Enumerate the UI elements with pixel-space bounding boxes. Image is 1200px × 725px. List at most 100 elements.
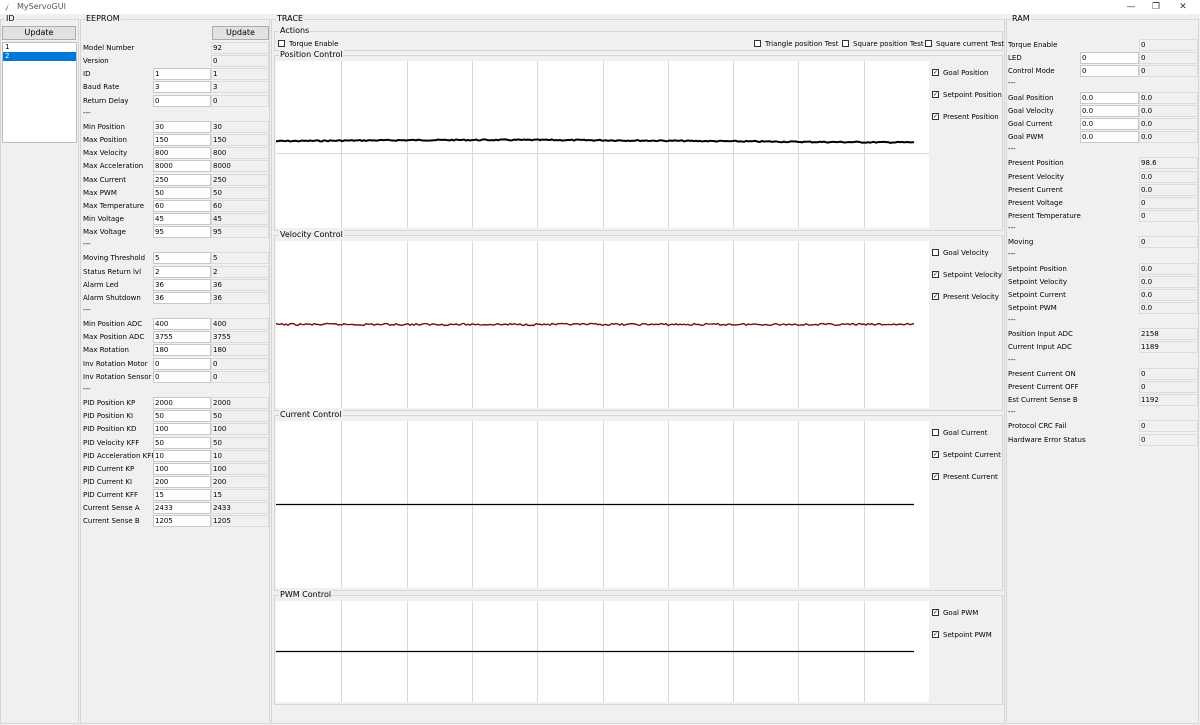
- eeprom-value-max-rotation: 180: [211, 344, 269, 357]
- eeprom-entry-min-voltage[interactable]: 45: [153, 212, 211, 225]
- eeprom-row-id: ID 1 1: [83, 68, 270, 81]
- checkbox-box[interactable]: ✓: [932, 450, 939, 458]
- setpoint-position-checkbox[interactable]: ✓ Setpoint Position: [932, 89, 1002, 101]
- ram-entry-goal-velocity[interactable]: 0.0: [1080, 104, 1139, 117]
- eeprom-panel-label: EEPROM: [85, 14, 121, 24]
- eeprom-entry-max-velocity[interactable]: 800: [153, 147, 211, 160]
- eeprom-entry-inv-rotation-sensor[interactable]: 0: [153, 370, 211, 383]
- present-position-checkbox[interactable]: ✓ Present Position: [932, 111, 999, 123]
- ram-entry-goal-current[interactable]: 0.0: [1080, 117, 1139, 130]
- ram-row-current-input-adc: Current Input ADC 1189: [1008, 341, 1198, 354]
- eeprom-entry-pid-position-ki[interactable]: 50: [153, 410, 211, 423]
- checkbox-box[interactable]: ✓: [932, 292, 939, 300]
- eeprom-entry-current-sense-a[interactable]: 2433: [153, 502, 211, 515]
- goal-current-checkbox[interactable]: Goal Current: [932, 427, 987, 439]
- ram-entry-goal-position[interactable]: 0.0: [1080, 91, 1139, 104]
- checkbox-box[interactable]: ✓: [932, 630, 939, 638]
- eeprom-entry-min-position[interactable]: 30: [153, 120, 211, 133]
- action-torque-enable-checkbox[interactable]: Torque Enable: [278, 38, 338, 50]
- eeprom-value-model-number: 92: [211, 42, 269, 54]
- checkbox-box[interactable]: [925, 39, 932, 47]
- eeprom-row-min-voltage: Min Voltage 45 45: [83, 212, 270, 226]
- ram-row-goal-pwm: Goal PWM 0.0 0.0: [1008, 131, 1198, 144]
- setpoint-velocity-checkbox[interactable]: ✓ Setpoint Velocity: [932, 269, 1002, 281]
- position-control-trace-line: [276, 138, 915, 144]
- checkbox-box[interactable]: ✓: [932, 472, 939, 480]
- eeprom-entry-max-position-adc[interactable]: 3755: [153, 331, 211, 344]
- eeprom-entry-pid-velocity-kff[interactable]: 50: [153, 436, 211, 449]
- checkbox-box[interactable]: ✓: [932, 608, 939, 616]
- eeprom-entry-pid-current-ki[interactable]: 200: [153, 475, 211, 488]
- checkbox-label: Setpoint PWM: [943, 631, 992, 639]
- id-list-item[interactable]: 2: [3, 52, 76, 61]
- close-button[interactable]: ✕: [1166, 0, 1200, 14]
- eeprom-entry-alarm-led[interactable]: 36: [153, 278, 211, 291]
- checkbox-box[interactable]: [842, 39, 849, 47]
- eeprom-entry-id[interactable]: 1: [153, 68, 211, 81]
- action-square-current-test-checkbox[interactable]: Square current Test: [925, 38, 1004, 50]
- ram-row-position-input-adc: Position Input ADC 2158: [1008, 328, 1198, 341]
- eeprom-entry-status-return-lvl[interactable]: 2: [153, 265, 211, 278]
- eeprom-entry-inv-rotation-motor[interactable]: 0: [153, 357, 211, 370]
- present-current-checkbox[interactable]: ✓ Present Current: [932, 471, 998, 483]
- eeprom-entry-max-position[interactable]: 150: [153, 134, 211, 147]
- eeprom-entry-pid-acceleration-kff[interactable]: 10: [153, 449, 211, 462]
- eeprom-entry-max-voltage[interactable]: 95: [153, 226, 211, 239]
- goal-position-checkbox[interactable]: ✓ Goal Position: [932, 67, 988, 79]
- eeprom-entry-max-rotation[interactable]: 180: [153, 344, 211, 357]
- checkbox-box[interactable]: [932, 428, 939, 436]
- eeprom-value-min-voltage: 45: [211, 212, 269, 225]
- eeprom-entry-min-position-adc[interactable]: 400: [153, 318, 211, 331]
- eeprom-update-button[interactable]: Update: [212, 26, 269, 40]
- eeprom-entry-max-acceleration[interactable]: 8000: [153, 160, 211, 173]
- id-update-button[interactable]: Update: [2, 26, 76, 40]
- eeprom-entry-alarm-shutdown[interactable]: 36: [153, 291, 211, 304]
- ram-label-goal-pwm: Goal PWM: [1008, 133, 1044, 142]
- action-triangle-position-test-checkbox[interactable]: Triangle position Test: [754, 38, 838, 50]
- eeprom-entry-max-pwm[interactable]: 50: [153, 186, 211, 199]
- eeprom-entry-baud-rate[interactable]: 3: [153, 81, 211, 94]
- eeprom-entry-current-sense-b[interactable]: 1205: [153, 515, 211, 528]
- eeprom-label-pid-position-kd: PID Position KD: [83, 425, 137, 434]
- eeprom-row-min-position-adc: Min Position ADC 400 400: [83, 318, 270, 331]
- ram-label-present-temperature: Present Temperature: [1008, 211, 1081, 220]
- checkbox-label: Square position Test: [853, 40, 924, 48]
- eeprom-value-pid-position-kp: 2000: [211, 397, 269, 410]
- setpoint-current-checkbox[interactable]: ✓ Setpoint Current: [932, 449, 1001, 461]
- checkbox-box[interactable]: [754, 39, 761, 47]
- ram-entry-control-mode[interactable]: 0: [1080, 65, 1139, 78]
- goal-pwm-checkbox[interactable]: ✓ Goal PWM: [932, 607, 978, 619]
- eeprom-entry-max-current[interactable]: 250: [153, 173, 211, 186]
- ram-entry-goal-pwm[interactable]: 0.0: [1080, 131, 1139, 144]
- eeprom-entry-moving-threshold[interactable]: 5: [153, 252, 211, 265]
- eeprom-label-current-sense-a: Current Sense A: [83, 504, 140, 513]
- checkbox-box[interactable]: [932, 248, 939, 256]
- action-square-position-test-checkbox[interactable]: Square position Test: [842, 38, 924, 50]
- setpoint-pwm-checkbox[interactable]: ✓ Setpoint PWM: [932, 629, 992, 641]
- ram-label-present-current-off: Present Current OFF: [1008, 382, 1079, 391]
- eeprom-entry-pid-current-kff[interactable]: 15: [153, 489, 211, 502]
- eeprom-entry-max-temperature[interactable]: 60: [153, 199, 211, 212]
- eeprom-entry-pid-position-kp[interactable]: 2000: [153, 397, 211, 410]
- ram-entry-led[interactable]: 0: [1080, 52, 1139, 65]
- checkbox-box[interactable]: ✓: [932, 68, 939, 76]
- checkbox-box[interactable]: [278, 39, 285, 47]
- ram-label-present-voltage: Present Voltage: [1008, 198, 1063, 207]
- eeprom-entry-pid-position-kd[interactable]: 100: [153, 423, 211, 436]
- id-list-item[interactable]: 1: [3, 43, 76, 52]
- ram-row-goal-velocity: Goal Velocity 0.0 0.0: [1008, 104, 1198, 118]
- checkbox-box[interactable]: ✓: [932, 90, 939, 98]
- eeprom-entry-pid-current-kp[interactable]: 100: [153, 462, 211, 475]
- eeprom-row-min-position: Min Position 30 30: [83, 120, 270, 134]
- id-listbox[interactable]: 12: [2, 42, 77, 143]
- current-control-label: Current Control: [279, 410, 343, 420]
- checkbox-box[interactable]: ✓: [932, 270, 939, 278]
- eeprom-entry-return-delay[interactable]: 0: [153, 94, 211, 107]
- ram-separator: ---: [1008, 408, 1016, 417]
- eeprom-value-alarm-shutdown: 36: [211, 291, 269, 304]
- eeprom-value-pid-acceleration-kff: 10: [211, 449, 269, 462]
- present-velocity-checkbox[interactable]: ✓ Present Velocity: [932, 291, 999, 303]
- goal-velocity-checkbox[interactable]: Goal Velocity: [932, 247, 989, 259]
- checkbox-box[interactable]: ✓: [932, 112, 939, 120]
- eeprom-label-max-voltage: Max Voltage: [83, 228, 126, 237]
